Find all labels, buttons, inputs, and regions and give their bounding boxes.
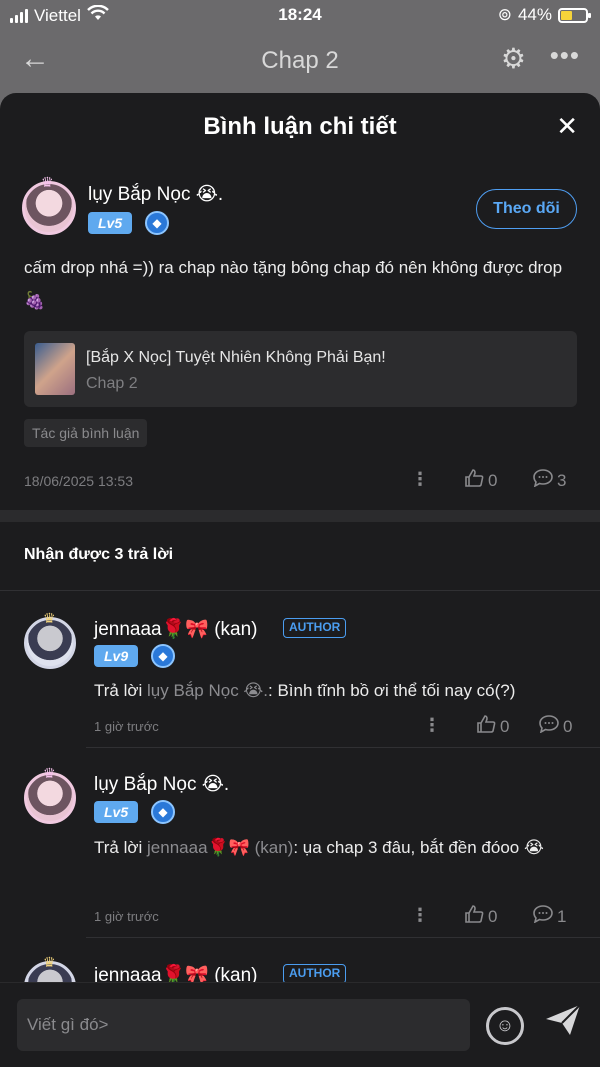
comment-detail-sheet: Bình luận chi tiết ✕ ♛ lụy Bắp Nọc 😭. Lv… <box>0 93 600 1067</box>
avatar[interactable]: ♛ <box>24 610 76 669</box>
reply-text: Trả lời jennaaa🌹🎀 (kan): ụa chap 3 đâu, … <box>94 832 584 864</box>
gear-icon[interactable]: ⚙ <box>501 42 526 75</box>
reply-button[interactable]: 1 <box>533 905 566 928</box>
rank-badge-icon: ◆ <box>151 800 175 824</box>
battery-percent: 44% <box>517 5 552 24</box>
manga-thumbnail <box>35 343 75 395</box>
manga-title: [Bắp X Nọc] Tuyệt Nhiên Không Phải Bạn! <box>86 349 386 366</box>
orientation-lock-icon: ⊚ <box>497 5 512 24</box>
reply-time: 1 giờ trước <box>94 719 159 734</box>
speech-bubble-icon <box>539 715 559 738</box>
level-badge: Lv5 <box>88 212 133 234</box>
follow-button[interactable]: Theo dõi <box>476 189 577 229</box>
replies-title: Nhận được 3 trả lời <box>24 546 174 563</box>
reply-time: 1 giờ trước <box>94 909 159 924</box>
more-vertical-icon[interactable]: ⋮ <box>423 715 441 736</box>
crown-icon: ♛ <box>43 610 56 626</box>
crown-icon: ♛ <box>43 954 56 970</box>
crown-icon: ♛ <box>43 765 56 781</box>
more-vertical-icon[interactable]: ⋮ <box>411 469 429 490</box>
chapter-header: ← Chap 2 ⚙ ••• <box>0 30 600 92</box>
reply-text: Trả lời lụy Bắp Nọc 😭.: Bình tĩnh bồ ơi … <box>94 675 584 707</box>
more-icon[interactable]: ••• <box>550 40 580 71</box>
reply-button[interactable]: 0 <box>539 715 572 738</box>
reply-username[interactable]: lụy Bắp Nọc 😭. <box>94 773 229 796</box>
like-count: 0 <box>488 470 498 490</box>
section-divider <box>0 510 600 522</box>
author-badge: AUTHOR <box>283 964 347 984</box>
reply-mention[interactable]: jennaaa🌹🎀 (kan) <box>147 838 293 857</box>
manga-chapter: Chap 2 <box>86 375 138 392</box>
like-button[interactable]: 0 <box>464 905 497 928</box>
reply-username[interactable]: jennaaa🌹🎀 (kan) <box>94 617 258 641</box>
more-vertical-icon[interactable]: ⋮ <box>411 905 429 926</box>
battery-icon <box>558 7 591 23</box>
comment-date: 18/06/2025 13:53 <box>24 473 133 489</box>
status-right: ⊚ 44% <box>497 5 591 25</box>
avatar[interactable]: ♛ <box>22 174 76 235</box>
rank-badge-icon: ◆ <box>151 644 175 668</box>
thumbs-up-icon <box>464 905 484 928</box>
status-bar: Viettel 18:24 ⊚ 44% <box>0 0 600 30</box>
avatar[interactable]: ♛ <box>24 765 76 824</box>
reply-mention[interactable]: lụy Bắp Nọc 😭. <box>147 681 268 700</box>
reply-body: : Bình tĩnh bồ ơi thể tối nay có(?) <box>268 681 516 700</box>
manga-card[interactable]: [Bắp X Nọc] Tuyệt Nhiên Không Phải Bạn! … <box>24 331 577 407</box>
reply-button[interactable]: 3 <box>533 469 566 492</box>
thumbs-up-icon <box>464 469 484 492</box>
like-count: 0 <box>488 906 498 926</box>
thumbs-up-icon <box>476 715 496 738</box>
crown-icon: ♛ <box>41 174 54 190</box>
comment-input-bar: Viết gì đó> ☺ <box>0 982 600 1067</box>
comment-text: cấm drop nhá =)) ra chap nào tặng bông c… <box>24 258 563 310</box>
reply-prefix: Trả lời <box>94 681 148 700</box>
like-button[interactable]: 0 <box>464 469 497 492</box>
reply-prefix: Trả lời <box>94 838 148 857</box>
comment-input[interactable]: Viết gì đó> <box>17 999 470 1051</box>
speech-bubble-icon <box>533 469 553 492</box>
send-icon[interactable] <box>544 1003 582 1046</box>
divider <box>86 747 600 748</box>
reply-count: 0 <box>563 716 573 736</box>
like-count: 0 <box>500 716 510 736</box>
reply-body: : ụa chap 3 đâu, bắt đền đóoo 😭 <box>293 838 544 857</box>
divider <box>86 937 600 938</box>
level-badge: Lv9 <box>94 645 139 667</box>
sheet-title: Bình luận chi tiết <box>203 113 397 140</box>
reply-count: 1 <box>557 906 567 926</box>
like-button[interactable]: 0 <box>476 715 509 738</box>
comment-username[interactable]: lụy Bắp Nọc 😭. <box>88 183 223 206</box>
close-icon[interactable]: ✕ <box>556 111 578 142</box>
battery-fill <box>561 10 572 20</box>
emoji-icon[interactable]: ☺ <box>486 1007 524 1045</box>
level-badge: Lv5 <box>94 801 139 823</box>
author-comment-tag: Tác giả bình luận <box>24 419 148 447</box>
author-badge: AUTHOR <box>283 618 347 638</box>
speech-bubble-icon <box>533 905 553 928</box>
divider <box>0 590 600 591</box>
reply-count: 3 <box>557 470 567 490</box>
rank-badge-icon: ◆ <box>145 211 169 235</box>
